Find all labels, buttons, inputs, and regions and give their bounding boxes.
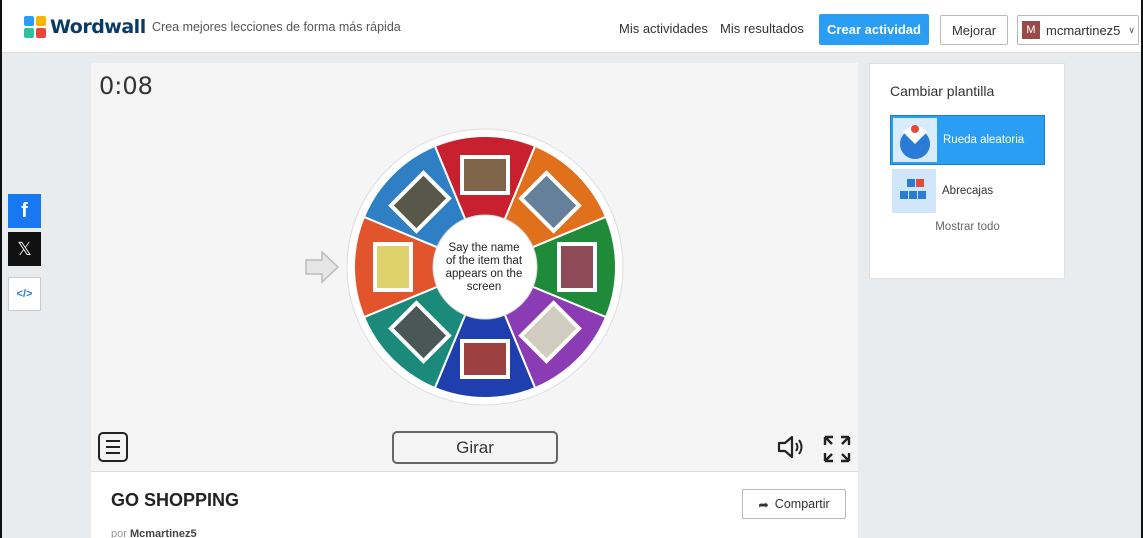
- menu-line: [106, 452, 120, 454]
- embed-code-icon[interactable]: </>: [8, 277, 41, 311]
- avatar: M: [1022, 21, 1040, 39]
- logo-text: Wordwall: [50, 16, 146, 38]
- top-bar: Wordwall Crea mejores lecciones de forma…: [0, 0, 1143, 53]
- x-share-icon[interactable]: 𝕏: [8, 232, 41, 266]
- author-prefix: por: [111, 528, 127, 538]
- create-activity-button[interactable]: Crear actividad: [819, 14, 929, 45]
- template-open-the-box[interactable]: Abrecajas: [890, 166, 1045, 216]
- author-name[interactable]: Mcmartinez5: [130, 528, 197, 538]
- share-label: Compartir: [774, 497, 830, 511]
- segment-photo-content: [464, 159, 506, 191]
- author-line: por Mcmartinez5: [111, 528, 197, 538]
- wheel-center-prompt: Say the name of the item that appears on…: [434, 218, 534, 318]
- tagline: Crea mejores lecciones de forma más rápi…: [152, 20, 401, 34]
- timer: 0:08: [99, 72, 153, 100]
- menu-line: [106, 446, 120, 448]
- template-random-wheel[interactable]: Rueda aleatoria: [890, 115, 1045, 165]
- username: mcmartinez5: [1046, 22, 1121, 38]
- chevron-down-icon: ∨: [1128, 24, 1136, 35]
- boxes-icon: [892, 169, 936, 213]
- spin-button[interactable]: Girar: [392, 431, 558, 464]
- nav-my-activities[interactable]: Mis actividades: [619, 21, 708, 36]
- wordwall-logo[interactable]: Wordwall: [24, 16, 146, 38]
- show-all-templates-link[interactable]: Mostrar todo: [890, 221, 1045, 233]
- activity-title: GO SHOPPING: [111, 490, 240, 510]
- wheel-icon: [893, 118, 937, 162]
- logo-icon: [24, 16, 46, 38]
- template-label: Rueda aleatoria: [943, 134, 1025, 146]
- pointer-arrow-icon: [305, 250, 340, 284]
- upgrade-button[interactable]: Mejorar: [940, 15, 1008, 45]
- game-menu-button[interactable]: [98, 432, 128, 462]
- template-switcher-title: Cambiar plantilla: [890, 83, 995, 99]
- menu-line: [106, 440, 120, 442]
- sound-icon[interactable]: [776, 434, 806, 460]
- share-icon: ➦: [758, 497, 769, 512]
- share-button[interactable]: ➦ Compartir: [742, 489, 846, 519]
- nav-my-results[interactable]: Mis resultados: [720, 21, 804, 36]
- facebook-share-icon[interactable]: f: [8, 194, 41, 228]
- segment-photo-content: [464, 343, 506, 375]
- segment-photo-content: [561, 246, 593, 288]
- template-label: Abrecajas: [942, 185, 994, 197]
- fullscreen-icon[interactable]: [822, 434, 852, 464]
- user-menu[interactable]: M mcmartinez5 ∨: [1017, 15, 1139, 45]
- segment-photo-content: [377, 246, 409, 288]
